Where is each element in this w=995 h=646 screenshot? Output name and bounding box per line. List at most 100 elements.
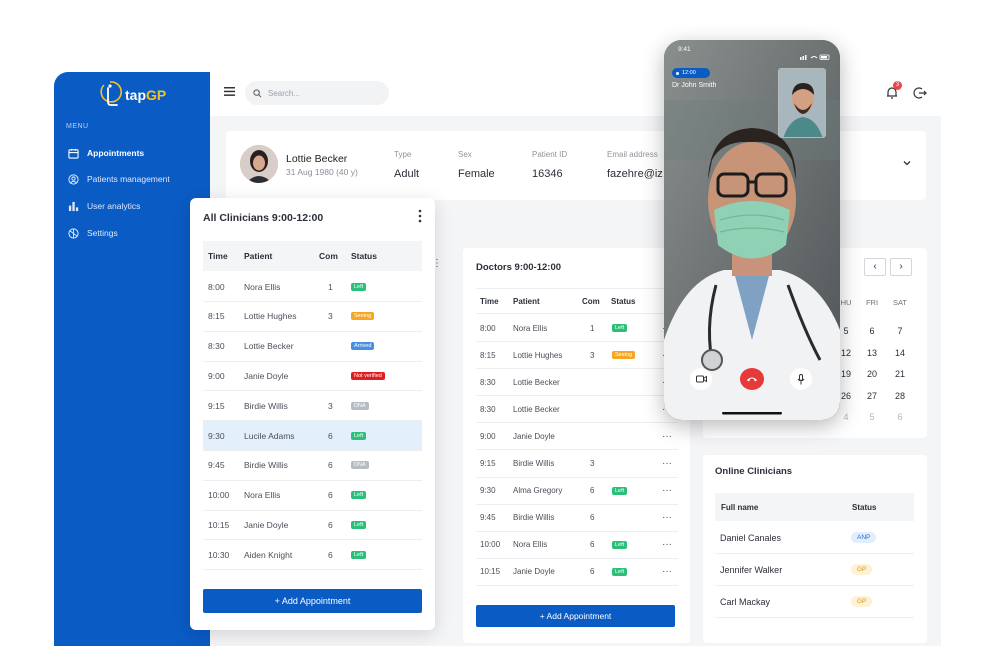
row-actions-icon[interactable]: ··· [662, 451, 672, 477]
table-row[interactable]: 8:30Lottie Becker··· [476, 369, 678, 397]
row-actions-icon[interactable]: ··· [662, 423, 672, 449]
table-row[interactable]: 9:15 Birdie Willis 3 ··· [476, 451, 678, 478]
patient-cell: Janie Doyle [244, 519, 289, 530]
email-label: Email address [607, 150, 658, 159]
hamburger-menu-icon[interactable] [224, 87, 235, 96]
next-month-button[interactable]: › [890, 258, 912, 276]
online-clinician-row[interactable]: Carl Mackay GP [715, 586, 914, 618]
patient-avatar [240, 145, 278, 183]
row-actions-icon[interactable]: ··· [662, 532, 672, 558]
table-row[interactable]: 8:15 Lottie Hughes 3 Seeing [203, 302, 422, 332]
status-cell: Left [612, 532, 628, 558]
status-badge: Left [612, 567, 628, 576]
table-row[interactable]: 8:30 Lottie Becker Arrived [203, 332, 422, 362]
caller-name: Dr John Smith [672, 82, 717, 89]
kebab-menu-icon[interactable] [417, 209, 423, 223]
table-row[interactable]: 9:45 Birdie Willis 6 ··· [476, 505, 678, 532]
patient-cell: Nora Ellis [244, 490, 281, 501]
sex-label: Sex [458, 150, 472, 159]
status-badge: DNA [351, 401, 369, 410]
table-row[interactable]: 8:00 Nora Ellis 1 Left [203, 272, 422, 302]
table-row[interactable]: 9:15 Birdie Willis 3 DNA [203, 391, 422, 422]
status-badge: Left [351, 282, 367, 291]
role-cell: GP [851, 554, 873, 585]
patient-cell: Lottie Becker [244, 341, 294, 352]
sidebar-item-appointments[interactable]: Appointments [68, 146, 144, 160]
column-time: Time [208, 251, 228, 261]
table-row[interactable]: 9:00 Janie Doyle ··· [476, 423, 678, 451]
time-cell: 8:30 [480, 377, 496, 387]
time-cell: 9:15 [480, 459, 496, 468]
table-row[interactable]: 10:15 Janie Doyle 6 Left [203, 510, 422, 541]
patient-cell: Lottie Hughes [513, 350, 563, 360]
patient-cell: Janie Doyle [513, 431, 555, 441]
table-row[interactable]: 8:30Lottie Becker··· [476, 396, 678, 424]
table-row[interactable]: 9:30 Lucile Adams 6 Left [203, 421, 422, 451]
search-icon [253, 88, 262, 97]
patient-dob: 31 Aug 1980 (40 y) [286, 167, 358, 177]
calendar-day[interactable]: 27 [862, 391, 882, 401]
table-row[interactable]: 10:00 Nora Ellis 6 Left [203, 481, 422, 511]
calendar-day[interactable]: 20 [862, 369, 882, 379]
microphone-button[interactable] [790, 368, 812, 390]
com-cell: 6 [590, 486, 595, 496]
status-cell: Left [612, 559, 628, 585]
logout-icon[interactable] [913, 86, 927, 100]
clinician-name: Carl Mackay [720, 596, 771, 607]
self-view-thumbnail[interactable] [778, 68, 826, 138]
search-input[interactable]: Search... [245, 81, 389, 105]
calendar-day[interactable]: 4 [836, 412, 856, 422]
prev-month-button[interactable]: ‹ [864, 258, 886, 276]
online-clinician-row[interactable]: Jennifer Walker GP [715, 554, 914, 586]
calendar-day[interactable]: 14 [890, 348, 910, 358]
chevron-down-icon[interactable] [902, 158, 912, 168]
calendar-day[interactable]: 28 [890, 391, 910, 401]
calendar-day[interactable]: 21 [890, 369, 910, 379]
column-patient: Patient [513, 296, 540, 306]
column-status: Status [611, 296, 636, 306]
patient-cell: Lottie Becker [513, 377, 560, 387]
time-cell: 10:00 [480, 540, 501, 550]
calendar-day[interactable]: 6 [890, 412, 910, 422]
doctors-title: Doctors 9:00-12:00 [476, 262, 562, 273]
com-cell: 3 [590, 459, 595, 468]
table-row[interactable]: 9:45 Birdie Willis 6 DNA [203, 451, 422, 481]
status-badge: Left [612, 324, 628, 332]
com-cell: 6 [328, 490, 333, 501]
end-call-button[interactable] [740, 368, 764, 390]
table-row[interactable]: 8:15Lottie Hughes3Seeing··· [476, 342, 678, 370]
table-row[interactable]: 9:30 Alma Gregory 6 Left ··· [476, 478, 678, 505]
calendar-day[interactable]: 6 [862, 326, 882, 336]
online-clinician-row[interactable]: Daniel Canales ANP [715, 522, 914, 554]
calendar-day[interactable]: 7 [890, 326, 910, 336]
table-row[interactable]: 8:00Nora Ellis1Left··· [476, 315, 678, 342]
sidebar-item-patients[interactable]: Patients management [68, 172, 170, 186]
column-full-name: Full name [721, 502, 759, 512]
table-row[interactable]: 9:00 Janie Doyle Not verified [203, 361, 422, 392]
table-row[interactable]: 10:30 Aiden Knight 6 Left [203, 540, 422, 571]
add-appointment-button[interactable]: + Add Appointment [476, 605, 675, 627]
add-appointment-button[interactable]: + Add Appointment [203, 589, 422, 613]
camera-toggle-button[interactable] [690, 368, 712, 390]
patient-cell: Nora Ellis [513, 540, 548, 550]
column-status: Status [351, 251, 377, 261]
row-actions-icon[interactable]: ··· [662, 505, 672, 531]
status-cell: Not verified [351, 361, 385, 390]
time-cell: 9:00 [208, 370, 225, 381]
status-badge: Arrived [351, 342, 375, 351]
row-actions-icon[interactable]: ··· [662, 478, 672, 504]
calendar-day[interactable]: 13 [862, 348, 882, 358]
time-cell: 9:30 [480, 486, 496, 496]
row-actions-icon[interactable]: ··· [662, 559, 672, 585]
table-row[interactable]: 10:00 Nora Ellis 6 Left ··· [476, 532, 678, 559]
table-row[interactable]: 10:15 Janie Doyle 6 Left ··· [476, 559, 678, 586]
notification-badge: 3 [893, 81, 902, 90]
patient-cell: Birdie Willis [244, 460, 288, 471]
time-cell: 9:45 [208, 460, 225, 471]
sidebar-item-settings[interactable]: Settings [68, 226, 118, 240]
hang-up-icon [747, 377, 757, 382]
com-cell: 6 [590, 513, 595, 523]
patient-id-label: Patient ID [532, 150, 568, 159]
calendar-day[interactable]: 5 [862, 412, 882, 422]
sidebar-item-analytics[interactable]: User analytics [68, 199, 140, 213]
